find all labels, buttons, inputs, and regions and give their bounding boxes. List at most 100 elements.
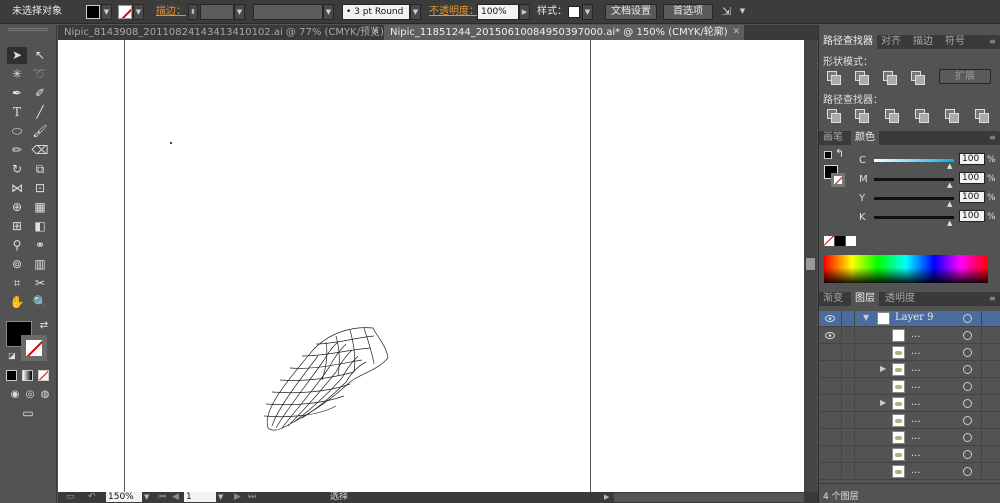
yellow-slider-handle[interactable]: ▲ <box>947 200 952 208</box>
type-tool-icon[interactable]: T <box>7 104 27 121</box>
pen-tool-icon[interactable]: ✒ <box>7 85 27 102</box>
expand-triangle-icon[interactable]: ▼ <box>863 313 869 322</box>
tab-brushes[interactable]: 画笔 <box>819 131 847 145</box>
vertical-scrollbar[interactable] <box>804 40 817 492</box>
curvature-tool-icon[interactable]: ✐ <box>30 85 50 102</box>
horizontal-scrollbar[interactable] <box>614 493 804 502</box>
magenta-slider-handle[interactable]: ▲ <box>947 181 952 189</box>
target-icon[interactable] <box>963 365 972 374</box>
panel-menu-icon[interactable]: ≡ <box>985 35 1000 49</box>
zoom-input[interactable]: 150% <box>106 492 142 502</box>
lock-toggle[interactable] <box>841 362 855 377</box>
sublayer-name[interactable]: ... <box>911 397 921 408</box>
profile-caret[interactable]: ▼ <box>323 4 334 20</box>
list-item[interactable]: ... <box>819 328 1000 344</box>
next-artboard-icon[interactable]: ▶ <box>234 492 241 503</box>
tab-document-1[interactable]: Nipic_8143908_20110824143413410102.ai @ … <box>58 25 383 40</box>
arrange-caret[interactable]: ▼ <box>737 4 748 20</box>
sublayer-name[interactable]: ... <box>911 380 921 391</box>
minus-back-icon[interactable] <box>975 109 989 123</box>
stroke-weight-input[interactable] <box>200 4 234 20</box>
lock-toggle[interactable] <box>841 345 855 360</box>
first-artboard-icon[interactable]: ⏮ <box>158 492 166 503</box>
selection-column[interactable] <box>981 379 982 394</box>
list-item[interactable]: ... <box>819 345 1000 361</box>
opacity-input[interactable]: 100% <box>477 4 519 20</box>
list-item[interactable]: ... <box>819 464 1000 480</box>
sublayer-name[interactable]: ... <box>911 363 921 374</box>
stroke-weight-caret[interactable]: ▼ <box>234 4 245 20</box>
target-icon[interactable] <box>963 416 972 425</box>
stroke-weight-stepper[interactable]: ⬍ <box>188 4 198 20</box>
trim-icon[interactable] <box>855 109 869 123</box>
lock-toggle[interactable] <box>841 464 855 479</box>
style-caret[interactable]: ▼ <box>582 4 593 20</box>
visibility-eye-icon[interactable] <box>825 314 835 323</box>
zoom-tool-icon[interactable]: 🔍 <box>30 294 50 311</box>
close-icon[interactable]: ✕ <box>371 25 379 40</box>
list-item[interactable]: ... <box>819 430 1000 446</box>
tab-symbols[interactable]: 符号 <box>941 35 969 49</box>
selection-column[interactable] <box>981 413 982 428</box>
free-transform-tool-icon[interactable]: ⊡ <box>30 180 50 197</box>
panel-menu-icon[interactable]: ≡ <box>985 292 1000 306</box>
color-mode-icon[interactable] <box>6 370 17 381</box>
scale-tool-icon[interactable]: ⧉ <box>30 161 50 178</box>
artboard-input[interactable]: 1 <box>184 492 216 502</box>
list-item[interactable]: ... <box>819 447 1000 463</box>
gradient-mode-icon[interactable] <box>22 370 33 381</box>
none-mode-icon[interactable] <box>38 370 49 381</box>
cyan-slider-handle[interactable]: ▲ <box>947 162 952 170</box>
opacity-label[interactable]: 不透明度： <box>429 4 479 20</box>
column-graph-tool-icon[interactable]: ▥ <box>30 256 50 273</box>
intersect-icon[interactable] <box>883 71 897 85</box>
selection-column[interactable] <box>981 396 982 411</box>
target-icon[interactable] <box>963 450 972 459</box>
last-artboard-icon[interactable]: ⏭ <box>248 492 256 503</box>
preferences-button[interactable]: 首选项 <box>663 4 713 20</box>
gradient-tool-icon[interactable]: ◧ <box>30 218 50 235</box>
list-item[interactable]: ▶ ... <box>819 396 1000 412</box>
swap-colors-icon[interactable]: ↰ <box>835 147 844 160</box>
list-item[interactable]: ▶ ... <box>819 362 1000 378</box>
arrange-icon[interactable]: ⇲ <box>722 4 736 20</box>
magic-wand-tool-icon[interactable]: ✳ <box>7 66 27 83</box>
zoom-caret[interactable]: ▼ <box>144 492 149 503</box>
width-tool-icon[interactable]: ⋈ <box>7 180 27 197</box>
stroke-dropdown-caret[interactable]: ▼ <box>133 4 144 20</box>
selection-column[interactable] <box>981 430 982 445</box>
tab-stroke[interactable]: 描边 <box>909 35 937 49</box>
layer-target-icon[interactable] <box>963 314 972 323</box>
divide-icon[interactable] <box>827 109 841 123</box>
crop-icon[interactable] <box>915 109 929 123</box>
unite-icon[interactable] <box>827 71 841 85</box>
lock-toggle[interactable] <box>841 413 855 428</box>
ellipse-tool-icon[interactable]: ⬭ <box>7 123 27 140</box>
sublayer-name[interactable]: ... <box>911 431 921 442</box>
expand-button[interactable]: 扩展 <box>939 69 991 84</box>
draw-inside-icon[interactable]: ◍ <box>35 386 55 403</box>
lasso-tool-icon[interactable]: ➰ <box>30 66 50 83</box>
brush-profile-caret[interactable]: ▼ <box>410 4 421 20</box>
selection-column[interactable] <box>981 464 982 479</box>
shape-builder-tool-icon[interactable]: ⊕ <box>7 199 27 216</box>
pencil-tool-icon[interactable]: ✏ <box>7 142 27 159</box>
target-icon[interactable] <box>963 433 972 442</box>
tab-align[interactable]: 对齐 <box>877 35 905 49</box>
mesh-tool-icon[interactable]: ⊞ <box>7 218 27 235</box>
cyan-slider[interactable] <box>874 159 954 162</box>
white-swatch[interactable] <box>846 236 856 246</box>
minus-front-icon[interactable] <box>855 71 869 85</box>
slice-tool-icon[interactable]: ✂ <box>30 275 50 292</box>
stroke-color-box[interactable] <box>21 335 47 361</box>
prev-artboard-icon[interactable]: ◀ <box>172 492 179 503</box>
exclude-icon[interactable] <box>911 71 925 85</box>
sublayer-name[interactable]: ... <box>911 346 921 357</box>
eraser-tool-icon[interactable]: ⌫ <box>30 142 50 159</box>
target-icon[interactable] <box>963 467 972 476</box>
artboard-nav-icon[interactable]: ▭ <box>66 492 75 503</box>
default-colors-icon[interactable]: ◪ <box>2 347 22 364</box>
perspective-grid-tool-icon[interactable]: ▦ <box>30 199 50 216</box>
sublayer-name[interactable]: ... <box>911 329 921 340</box>
rotate-tool-icon[interactable]: ↻ <box>7 161 27 178</box>
